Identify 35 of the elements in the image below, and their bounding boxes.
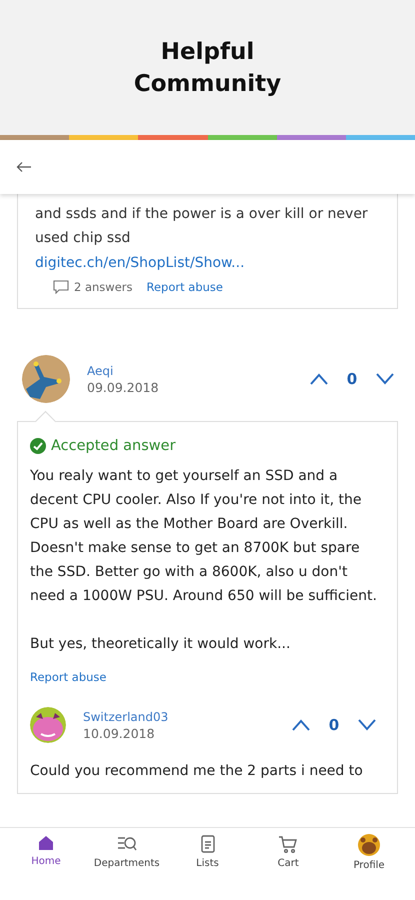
question-text: and ssds and if the power is a over kill or never xyxy=(35,205,369,224)
answer-text: You realy want to get yourself an SSD and a decent CPU cooler. Also If you're not into it, the CPU as well as the Mother Board are Overkill. Doesn't make sense to get an 8700K but spare the SSD. Better go with a 8600K, also u don't need a 1000W PSU. Around 650 will be sufficient. xyxy=(30,467,378,606)
upvote-button[interactable] xyxy=(291,719,311,731)
reply-date: 10.09.2018 xyxy=(83,726,156,740)
report-abuse-link[interactable]: Report abuse xyxy=(146,280,223,294)
question-text: used chip ssd xyxy=(35,229,132,248)
check-circle-icon xyxy=(30,438,46,454)
back-arrow-icon[interactable] xyxy=(16,161,32,173)
answer-date: 09.09.2018 xyxy=(87,380,160,394)
answer-text: But yes, theoretically it would work... xyxy=(30,635,292,654)
nav-tab[interactable]: Lists xyxy=(172,834,244,900)
avatar xyxy=(22,355,70,403)
answers-link[interactable]: 2 answers xyxy=(53,280,132,294)
comment-icon xyxy=(53,280,69,294)
home-icon xyxy=(37,834,55,852)
upvote-button[interactable] xyxy=(309,373,329,385)
accepted-label: Accepted answer xyxy=(51,438,176,454)
cart-icon xyxy=(278,834,298,854)
shop-list-link[interactable]: digitec.ch/en/ShopList/Show... xyxy=(35,250,245,276)
nav-tab[interactable]: Profile xyxy=(333,834,405,900)
nav-tab[interactable]: Home xyxy=(10,834,82,900)
author-name[interactable]: Switzerland03 xyxy=(83,710,291,724)
vote-count: 0 xyxy=(328,716,340,734)
clipboard-icon xyxy=(200,834,216,854)
vote-count: 0 xyxy=(346,370,358,388)
downvote-button[interactable] xyxy=(375,373,395,385)
report-abuse-link[interactable]: Report abuse xyxy=(30,670,106,684)
nav-tab[interactable]: Cart xyxy=(252,834,324,900)
author-name[interactable]: Aeqi xyxy=(87,364,309,378)
reply-text: Could you recommend me the 2 parts i need to xyxy=(30,762,364,781)
nav-tab[interactable]: Departments xyxy=(90,834,163,900)
page-title: Helpful Community xyxy=(132,38,282,98)
avatar xyxy=(30,707,66,743)
downvote-button[interactable] xyxy=(357,719,377,731)
avatar-icon xyxy=(358,834,380,856)
